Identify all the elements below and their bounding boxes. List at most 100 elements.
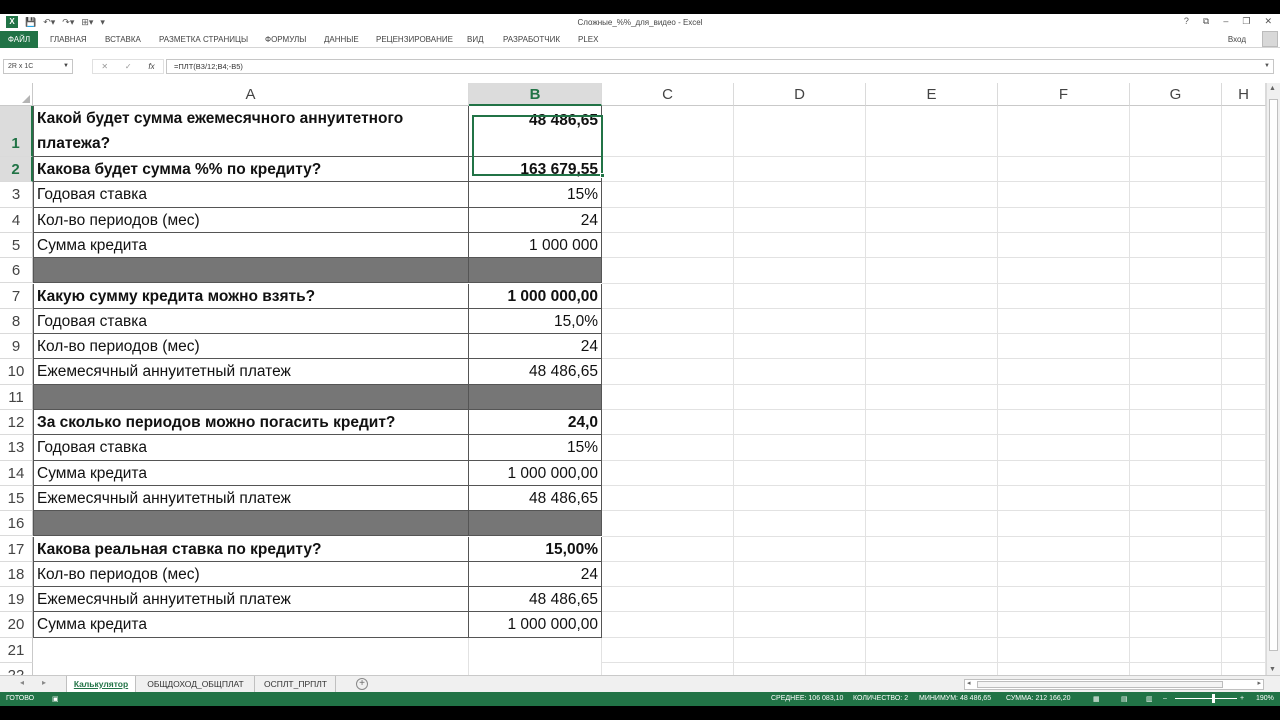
row-header[interactable]: 22 — [0, 663, 33, 675]
cell-a12[interactable]: За сколько периодов можно погасить креди… — [33, 410, 469, 436]
cell-a20[interactable]: Сумма кредита — [33, 612, 469, 638]
cell-a11[interactable] — [33, 384, 469, 410]
tab-insert[interactable]: ВСТАВКА — [105, 31, 141, 48]
tab-data[interactable]: ДАННЫЕ — [324, 31, 359, 48]
cell-b13[interactable]: 15% — [469, 435, 602, 461]
fill-handle[interactable] — [600, 173, 605, 179]
cell-b7[interactable]: 1 000 000,00 — [469, 283, 602, 309]
row-header[interactable]: 15 — [0, 485, 33, 512]
row-header[interactable]: 2 — [0, 157, 33, 183]
cell-b14[interactable]: 1 000 000,00 — [469, 460, 602, 486]
scroll-right-icon[interactable]: ▸ — [1257, 679, 1261, 687]
cell-b18[interactable]: 24 — [469, 561, 602, 588]
column-header-h[interactable]: H — [1222, 83, 1266, 106]
sheet-tab-calculator[interactable]: Калькулятор — [66, 676, 136, 692]
sheet-tab-osplt[interactable]: ОСПЛТ_ПРПЛТ — [256, 676, 336, 692]
cell-a8[interactable]: Годовая ставка — [33, 308, 469, 335]
tab-page-layout[interactable]: РАЗМЕТКА СТРАНИЦЫ — [159, 31, 248, 48]
cell-b9[interactable]: 24 — [469, 334, 602, 360]
zoom-out-icon[interactable]: – — [1163, 695, 1167, 702]
cell-a3[interactable]: Годовая ставка — [33, 182, 469, 208]
cell-b16[interactable] — [469, 511, 602, 537]
ribbon-display-icon[interactable]: ⧉ — [1203, 16, 1209, 27]
column-header-e[interactable]: E — [866, 83, 998, 106]
scroll-up-icon[interactable]: ▲ — [1269, 85, 1276, 92]
expand-formula-icon[interactable]: ▼ — [1264, 60, 1270, 73]
minimize-icon[interactable]: – — [1223, 16, 1228, 27]
cell-a21[interactable] — [33, 637, 469, 663]
cell-a16[interactable] — [33, 511, 469, 537]
scroll-thumb[interactable] — [1269, 99, 1278, 651]
zoom-slider-handle[interactable] — [1212, 694, 1215, 703]
cancel-icon[interactable]: ✕ — [101, 62, 108, 71]
name-box[interactable]: 2R x 1C ▼ — [3, 59, 73, 74]
row-header[interactable]: 11 — [0, 384, 33, 410]
cell-a18[interactable]: Кол-во периодов (мес) — [33, 561, 469, 588]
zoom-slider[interactable] — [1175, 698, 1237, 699]
cell-b17[interactable]: 15,00% — [469, 536, 602, 562]
row-header[interactable]: 16 — [0, 511, 33, 537]
row-header[interactable]: 5 — [0, 232, 33, 259]
zoom-level[interactable]: 190% — [1256, 695, 1274, 702]
cell-b22[interactable] — [469, 663, 602, 675]
hscroll-thumb[interactable] — [977, 681, 1223, 688]
tab-developer[interactable]: РАЗРАБОТЧИК — [503, 31, 560, 48]
cell-a15[interactable]: Ежемесячный аннуитетный платеж — [33, 485, 469, 512]
cell-b10[interactable]: 48 486,65 — [469, 359, 602, 385]
macro-record-icon[interactable]: ▣ — [52, 695, 59, 703]
row-header[interactable]: 8 — [0, 308, 33, 335]
cell-a22[interactable] — [33, 663, 469, 675]
tab-view[interactable]: ВИД — [467, 31, 484, 48]
cell-b20[interactable]: 1 000 000,00 — [469, 612, 602, 638]
avatar[interactable] — [1262, 31, 1278, 47]
formula-input[interactable]: =ПЛТ(B3/12;B4;-B5) ▼ — [166, 59, 1274, 74]
cell-a14[interactable]: Сумма кредита — [33, 460, 469, 486]
scroll-down-icon[interactable]: ▼ — [1269, 666, 1276, 673]
scroll-left-icon[interactable]: ◂ — [967, 679, 971, 687]
cell-b19[interactable]: 48 486,65 — [469, 587, 602, 613]
column-header-d[interactable]: D — [734, 83, 866, 106]
row-header[interactable]: 20 — [0, 612, 33, 638]
column-header-b[interactable]: B — [469, 83, 602, 106]
row-header[interactable]: 18 — [0, 561, 33, 588]
row-header[interactable]: 14 — [0, 460, 33, 486]
horizontal-scrollbar[interactable]: ◂ ▸ — [964, 679, 1264, 690]
cell-b2[interactable]: 163 679,55 — [469, 157, 602, 183]
row-header[interactable]: 7 — [0, 283, 33, 309]
cell-b3[interactable]: 15% — [469, 182, 602, 208]
select-all-button[interactable] — [0, 83, 33, 106]
column-header-a[interactable]: A — [33, 83, 469, 106]
row-header[interactable]: 12 — [0, 410, 33, 436]
cell-a5[interactable]: Сумма кредита — [33, 232, 469, 259]
worksheet-grid[interactable]: A B C D E F G H 1 Какой будет сумма ежемесячного … — [0, 83, 1266, 675]
close-icon[interactable]: ✕ — [1264, 16, 1272, 27]
cell-a4[interactable]: Кол-во периодов (мес) — [33, 207, 469, 233]
column-header-f[interactable]: F — [998, 83, 1130, 106]
row-header[interactable]: 19 — [0, 587, 33, 613]
row-header[interactable]: 17 — [0, 536, 33, 562]
cell-a9[interactable]: Кол-во периодов (мес) — [33, 334, 469, 360]
tab-formulas[interactable]: ФОРМУЛЫ — [265, 31, 306, 48]
cell-b1[interactable]: 48 486,65 — [469, 106, 602, 157]
cell-a1[interactable]: Какой будет сумма ежемесячного аннуитетн… — [33, 106, 469, 157]
enter-icon[interactable]: ✓ — [125, 62, 132, 71]
help-icon[interactable]: ? — [1184, 16, 1189, 27]
cell-b6[interactable] — [469, 258, 602, 284]
cell-a17[interactable]: Какова реальная ставка по кредиту? — [33, 536, 469, 562]
cell-a13[interactable]: Годовая ставка — [33, 435, 469, 461]
cell-b4[interactable]: 24 — [469, 207, 602, 233]
cell-a10[interactable]: Ежемесячный аннуитетный платеж — [33, 359, 469, 385]
restore-icon[interactable]: ❐ — [1242, 16, 1250, 27]
row-header[interactable]: 21 — [0, 637, 33, 663]
tab-plex[interactable]: PLEX — [578, 31, 598, 48]
cell-b21[interactable] — [469, 637, 602, 663]
add-sheet-button[interactable]: + — [356, 678, 368, 690]
page-break-view-icon[interactable]: ▥ — [1146, 695, 1153, 703]
row-header[interactable]: 1 — [0, 106, 33, 157]
chevron-down-icon[interactable]: ▼ — [63, 60, 69, 73]
row-header[interactable]: 9 — [0, 334, 33, 360]
cell-b8[interactable]: 15,0% — [469, 308, 602, 335]
cell-b11[interactable] — [469, 384, 602, 410]
column-header-g[interactable]: G — [1130, 83, 1222, 106]
column-header-c[interactable]: C — [602, 83, 734, 106]
